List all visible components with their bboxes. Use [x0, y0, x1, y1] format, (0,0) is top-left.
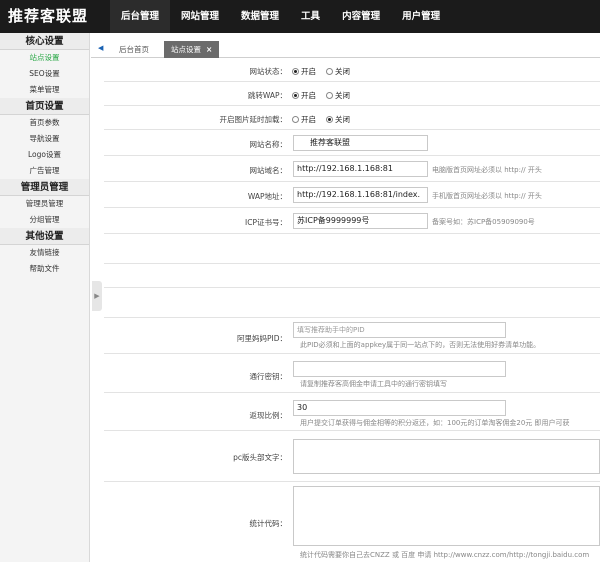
row-empty-2 — [104, 264, 600, 288]
lazy-load-label: 开启图片延时加载： — [219, 115, 288, 124]
wap-redirect-options: 开启 关闭 — [292, 90, 350, 101]
pid-hint: 此PID必须和上面的appkey属于同一站点下的，否则无法使用好券清单功能。 — [300, 341, 541, 349]
lazy-load-on-radio[interactable]: 开启 — [292, 114, 316, 125]
sidebar-section-admin: 管理员管理 — [0, 179, 89, 196]
tab-site-settings[interactable]: 站点设置 × — [164, 41, 220, 58]
row-stats-code: 统计代码： 统计代码需要你自己去CNZZ 或 百度 申请 http://www.… — [104, 482, 600, 562]
sidebar-section-other: 其他设置 — [0, 228, 89, 245]
radio-unchecked-icon — [292, 116, 299, 123]
sidebar-section-core: 核心设置 — [0, 33, 89, 50]
site-domain-input[interactable]: http://192.168.1.168:81 — [293, 161, 428, 177]
icp-hint: 备案号如：苏ICP备05909090号 — [432, 218, 535, 226]
secret-label: 通行密钥： — [249, 372, 288, 381]
wap-redirect-off-label: 关闭 — [335, 91, 350, 100]
nav-data[interactable]: 数据管理 — [230, 0, 290, 33]
site-status-off-label: 关闭 — [335, 67, 350, 76]
sidebar-item-friend-links[interactable]: 友情链接 — [0, 245, 89, 261]
wap-redirect-on-label: 开启 — [301, 91, 316, 100]
ratio-hint: 用户提交订单获得与佣金相等的积分返还，如：100元的订单淘客佣金20元 即用户可… — [300, 419, 570, 427]
row-wap-redirect: 跳转WAP： 开启 关闭 — [104, 82, 600, 106]
tab-scroll-left-icon[interactable]: ◀ — [98, 44, 103, 52]
site-status-label: 网站状态： — [249, 67, 288, 76]
wap-address-hint: 手机版首页网址必须以 http:// 开头 — [432, 192, 542, 200]
lazy-load-off-radio[interactable]: 关闭 — [326, 114, 350, 125]
sidebar-item-logo-settings[interactable]: Logo设置 — [0, 147, 89, 163]
nav-backend[interactable]: 后台管理 — [110, 0, 171, 33]
radio-unchecked-icon — [326, 92, 333, 99]
site-status-off-radio[interactable]: 关闭 — [326, 66, 350, 77]
site-name-input[interactable]: 推荐客联盟 — [293, 135, 428, 151]
sidebar-item-admins[interactable]: 管理员管理 — [0, 196, 89, 212]
site-status-options: 开启 关闭 — [292, 66, 350, 77]
top-nav: 后台管理 网站管理 数据管理 工具 内容管理 用户管理 — [110, 0, 451, 33]
site-status-on-label: 开启 — [301, 67, 316, 76]
close-icon[interactable]: × — [206, 45, 212, 54]
nav-content[interactable]: 内容管理 — [331, 0, 391, 33]
nav-users[interactable]: 用户管理 — [391, 0, 451, 33]
sidebar-item-site-settings[interactable]: 站点设置 — [0, 50, 89, 66]
site-logo: 推荐客联盟 — [8, 7, 89, 25]
site-settings-form: 网站状态： 开启 关闭 跳转WAP： 开启 关闭 开启图片延时加载： 开启 关闭… — [104, 58, 600, 562]
lazy-load-options: 开启 关闭 — [292, 114, 350, 125]
row-secret: 通行密钥： 请复制推荐客高佣金申请工具中的通行密钥填写 — [104, 354, 600, 393]
site-status-on-radio[interactable]: 开启 — [292, 66, 316, 77]
icp-label: ICP证书号： — [245, 218, 287, 227]
wap-address-label: WAP地址： — [247, 192, 287, 201]
row-empty-1 — [104, 234, 600, 264]
radio-checked-icon — [292, 92, 299, 99]
row-pc-header: pc版头部文字： — [104, 431, 600, 482]
pid-input[interactable]: 填写推荐助手中的PID — [293, 322, 506, 338]
sidebar-item-nav-settings[interactable]: 导航设置 — [0, 131, 89, 147]
row-pid: 阿里妈妈PID： 填写推荐助手中的PID 此PID必须和上面的appkey属于同… — [104, 318, 600, 354]
top-bar: 推荐客联盟 后台管理 网站管理 数据管理 工具 内容管理 用户管理 — [0, 0, 600, 33]
pc-header-textarea[interactable] — [293, 439, 600, 474]
row-wap-address: WAP地址： http://192.168.1.168:81/index. 手机… — [104, 182, 600, 208]
site-domain-hint: 电脑版首页网址必须以 http:// 开头 — [432, 166, 542, 174]
row-site-name: 网站名称： 推荐客联盟 — [104, 130, 600, 156]
pc-header-label: pc版头部文字： — [233, 453, 287, 462]
row-site-status: 网站状态： 开启 关闭 — [104, 58, 600, 82]
wap-redirect-off-radio[interactable]: 关闭 — [326, 90, 350, 101]
sidebar-item-menu[interactable]: 菜单管理 — [0, 82, 89, 98]
nav-tools[interactable]: 工具 — [290, 0, 331, 33]
site-domain-label: 网站域名： — [249, 166, 288, 175]
sidebar-item-seo[interactable]: SEO设置 — [0, 66, 89, 82]
wap-redirect-label: 跳转WAP： — [247, 91, 287, 100]
tab-site-settings-label: 站点设置 — [171, 45, 201, 54]
row-site-domain: 网站域名： http://192.168.1.168:81 电脑版首页网址必须以… — [104, 156, 600, 182]
stats-code-hint: 统计代码需要你自己去CNZZ 或 百度 申请 http://www.cnzz.c… — [300, 551, 590, 559]
secret-input[interactable] — [293, 361, 506, 377]
ratio-input[interactable]: 30 — [293, 400, 506, 416]
radio-checked-icon — [292, 68, 299, 75]
icp-input[interactable]: 苏ICP备9999999号 — [293, 213, 428, 229]
row-empty-3 — [104, 288, 600, 318]
radio-checked-icon — [326, 116, 333, 123]
row-icp: ICP证书号： 苏ICP备9999999号 备案号如：苏ICP备05909090… — [104, 208, 600, 234]
pid-label: 阿里妈妈PID： — [236, 334, 287, 343]
ratio-label: 返现比例： — [249, 411, 288, 420]
sidebar-item-help[interactable]: 帮助文件 — [0, 261, 89, 277]
sidebar-item-ads[interactable]: 广告管理 — [0, 163, 89, 179]
sidebar-item-home-params[interactable]: 首页参数 — [0, 115, 89, 131]
row-lazy-load: 开启图片延时加载： 开启 关闭 — [104, 106, 600, 130]
sidebar-item-groups[interactable]: 分组管理 — [0, 212, 89, 228]
radio-unchecked-icon — [326, 68, 333, 75]
nav-site[interactable]: 网站管理 — [170, 0, 230, 33]
wap-address-input[interactable]: http://192.168.1.168:81/index. — [293, 187, 428, 203]
secret-hint: 请复制推荐客高佣金申请工具中的通行密钥填写 — [300, 380, 447, 388]
tab-home[interactable]: 后台首页 — [112, 41, 156, 58]
site-name-label: 网站名称： — [249, 140, 288, 149]
sidebar: 核心设置 站点设置 SEO设置 菜单管理 首页设置 首页参数 导航设置 Logo… — [0, 33, 90, 562]
lazy-load-on-label: 开启 — [301, 115, 316, 124]
sidebar-section-home: 首页设置 — [0, 98, 89, 115]
wap-redirect-on-radio[interactable]: 开启 — [292, 90, 316, 101]
lazy-load-off-label: 关闭 — [335, 115, 350, 124]
tab-bar: ◀ 后台首页 站点设置 × — [91, 40, 600, 58]
stats-code-textarea[interactable] — [293, 486, 600, 546]
sidebar-collapse-toggle[interactable]: ▶ — [92, 281, 102, 311]
row-ratio: 返现比例： 30 用户提交订单获得与佣金相等的积分返还，如：100元的订单淘客佣… — [104, 393, 600, 431]
stats-code-label: 统计代码： — [249, 519, 288, 528]
